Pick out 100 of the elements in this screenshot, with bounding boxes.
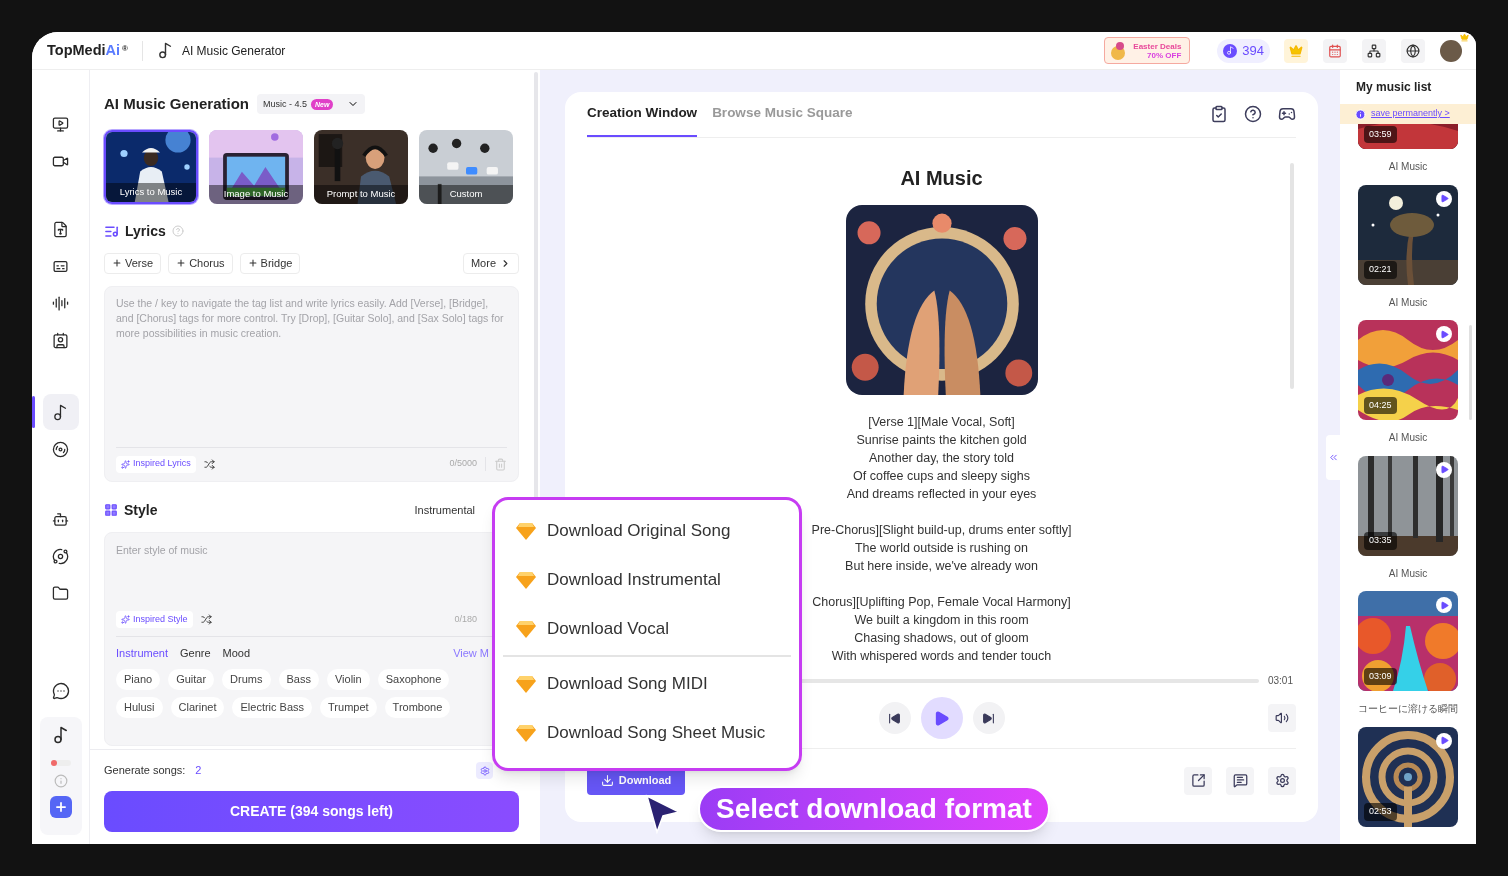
credits-pill[interactable]: 394 xyxy=(1217,38,1270,63)
page-title: AI Music Generator xyxy=(181,42,286,60)
callout-text: Select download format xyxy=(716,792,1032,826)
music-thumbnail[interactable]: 03:09 xyxy=(1358,591,1458,691)
lyric-line: Sunrise paints the kitchen gold xyxy=(856,432,1027,449)
tag-button[interactable]: Bridge xyxy=(239,252,301,274)
diamond-icon xyxy=(516,521,536,540)
music-thumbnail[interactable]: 02:21 xyxy=(1358,184,1458,285)
instrument-chip[interactable]: Trombone xyxy=(384,696,451,718)
instrument-chip[interactable]: Hulusi xyxy=(116,696,163,718)
sparkle-icon xyxy=(121,459,130,469)
music-thumbnail[interactable]: 03:59 xyxy=(1358,124,1458,149)
music-thumbnail[interactable]: 03:35 xyxy=(1358,455,1458,556)
placeholder-text: Use the / key to navigate the tag list and write lyrics easily. Add [Verse], [Bridge], and [Chorus] tags for more control. Try [Drop], [Guitar Solo], and [Sax Solo] tags for more possibilities in music creation. xyxy=(116,295,505,341)
plus-icon xyxy=(176,258,187,268)
instrument-chip[interactable]: Trumpet xyxy=(320,696,377,718)
instrumental-label: Instrumental xyxy=(414,502,475,518)
instrument-chip[interactable]: Saxophone xyxy=(377,668,450,690)
toolbar-button[interactable] xyxy=(1226,766,1254,795)
generate-count[interactable]: 2 xyxy=(195,762,202,779)
instrument-chip[interactable]: Violin xyxy=(326,668,370,690)
mode-card[interactable]: Prompt to Music xyxy=(314,129,408,204)
instrument-chip[interactable]: Bass xyxy=(278,668,319,690)
diamond-icon xyxy=(516,674,536,693)
toolbar-button[interactable] xyxy=(1268,766,1296,795)
previous-icon xyxy=(888,711,901,725)
double-chevron-icon xyxy=(1327,452,1339,463)
diamond-icon xyxy=(516,570,536,589)
toggle-switch[interactable] xyxy=(50,760,71,766)
mode-label: Lyrics to Music xyxy=(106,182,196,202)
help-icon[interactable] xyxy=(1244,104,1262,123)
lyric-line: But here inside, we've already won xyxy=(845,558,1038,575)
rail-button[interactable] xyxy=(42,394,79,430)
tag-button[interactable]: Chorus xyxy=(168,252,233,274)
volume-button[interactable] xyxy=(1268,704,1296,732)
music-thumbnail[interactable]: 04:25 xyxy=(1358,320,1458,420)
panel-title: My music list xyxy=(1355,79,1433,96)
music-title: AI Music xyxy=(1388,566,1428,581)
instrument-chip[interactable]: Drums xyxy=(222,668,271,690)
mode-card[interactable]: Lyrics to Music xyxy=(104,129,198,204)
section-heading: Lyrics xyxy=(125,221,166,241)
style-tab[interactable]: Instrument xyxy=(116,645,168,662)
audio-wave-icon xyxy=(52,294,69,312)
language-button[interactable] xyxy=(1401,38,1425,63)
mode-card[interactable]: Custom xyxy=(419,129,513,204)
style-tab[interactable]: Mood xyxy=(222,645,251,662)
tag-button[interactable]: Verse xyxy=(104,252,162,274)
lyric-line: Chorus][Uplifting Pop, Female Vocal Harmony] xyxy=(812,594,1071,611)
chat-icon[interactable] xyxy=(51,682,70,700)
mode-label: Image to Music xyxy=(209,184,303,204)
lyric-line: Of coffee cups and sleepy sighs xyxy=(853,468,1030,485)
character-count: 0/180 xyxy=(454,613,477,626)
previous-button[interactable] xyxy=(878,702,911,734)
lyric-line: The world outside is rushing on xyxy=(855,540,1028,557)
duration-badge: 04:25 xyxy=(1364,396,1397,414)
promo-text: Easter Deals xyxy=(1133,41,1182,51)
credits-count: 394 xyxy=(1242,41,1264,60)
save-permanently-link[interactable]: save permanently > xyxy=(1371,107,1450,121)
inspired-lyrics-button[interactable]: Inspired Lyrics xyxy=(116,455,196,473)
play-button[interactable] xyxy=(920,697,963,739)
music-note-icon xyxy=(156,42,174,59)
network-button[interactable] xyxy=(1362,38,1386,63)
section-heading: Style xyxy=(124,500,158,520)
checklist-icon[interactable] xyxy=(1210,104,1228,123)
lyric-line: Chasing shadows, out of gloom xyxy=(854,630,1029,647)
instrument-chip[interactable]: Guitar xyxy=(168,668,215,690)
music-thumbnail[interactable]: 02:53 xyxy=(1358,726,1458,827)
next-button[interactable] xyxy=(972,702,1005,734)
download-icon xyxy=(600,774,614,787)
lyrics-input[interactable] xyxy=(104,285,519,482)
grid-icon xyxy=(104,503,118,517)
model-name: Music - 4.5 xyxy=(263,97,308,111)
globe-icon xyxy=(1406,43,1420,58)
info-icon xyxy=(1355,108,1366,120)
avatar[interactable] xyxy=(1440,39,1462,62)
toolbar-button[interactable] xyxy=(1184,766,1212,795)
music-note-icon[interactable] xyxy=(51,726,70,744)
shuffle-icon[interactable] xyxy=(200,614,212,626)
tab[interactable]: Creation Window xyxy=(587,92,698,137)
inspired-style-button[interactable]: Inspired Style xyxy=(116,611,193,629)
mode-card[interactable]: Image to Music xyxy=(209,129,303,204)
create-button[interactable]: CREATE (394 songs left) xyxy=(104,791,519,832)
duration-badge: 03:09 xyxy=(1364,667,1397,685)
instrument-chip[interactable]: Piano xyxy=(116,668,161,690)
lyrics-list-icon xyxy=(104,223,119,239)
active-indicator xyxy=(32,396,35,428)
instrument-chip[interactable]: Clarinet xyxy=(170,696,225,718)
folder-icon xyxy=(52,584,69,602)
plus-icon xyxy=(112,258,122,268)
more-button[interactable]: More xyxy=(462,252,519,274)
add-button[interactable] xyxy=(49,796,72,818)
style-tab[interactable]: Genre xyxy=(179,645,211,662)
sparkle-icon xyxy=(121,615,130,625)
shuffle-icon[interactable] xyxy=(203,458,215,470)
instrument-chip[interactable]: Electric Bass xyxy=(232,696,313,718)
plus-icon xyxy=(247,258,258,268)
calendar-button[interactable] xyxy=(1323,38,1347,63)
music-title: コーヒーに溶ける瞬間 xyxy=(1358,702,1458,716)
settings-button[interactable] xyxy=(476,762,493,779)
speaker-icon xyxy=(1275,711,1289,725)
